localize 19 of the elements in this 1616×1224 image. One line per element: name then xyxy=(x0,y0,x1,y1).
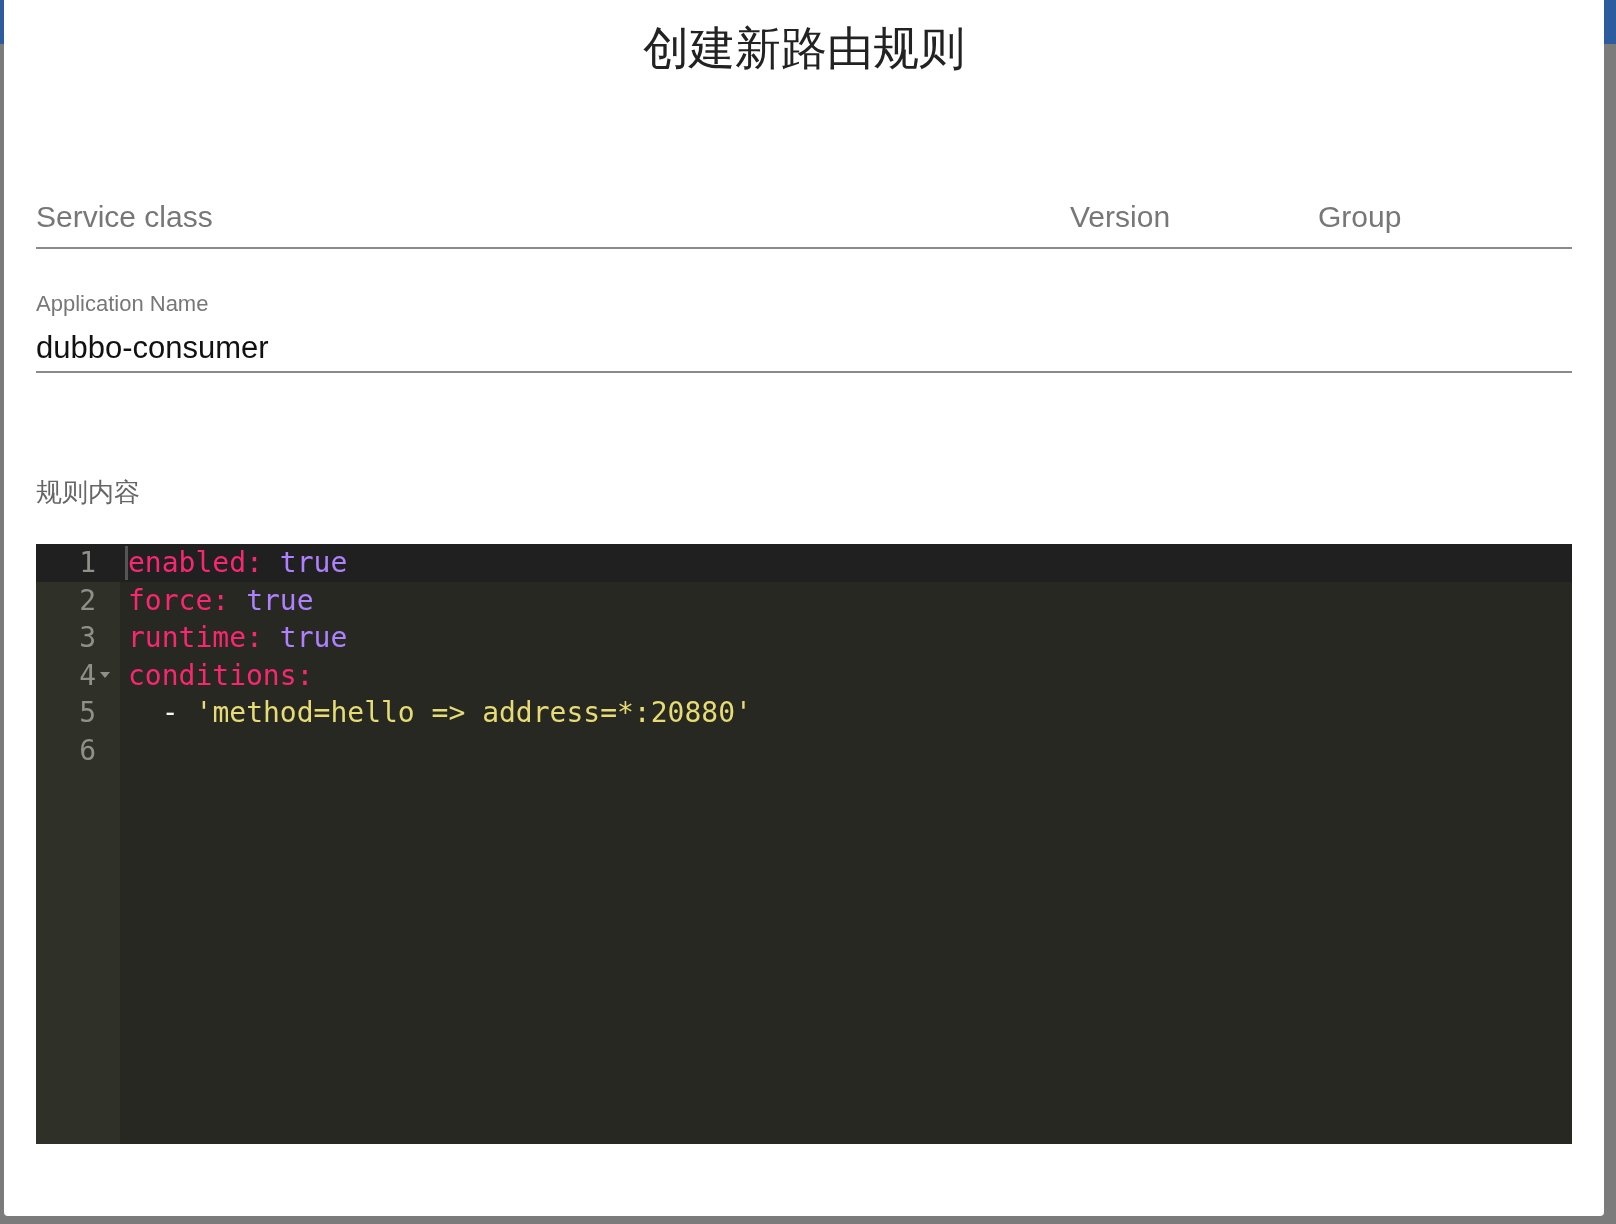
section-label: 规则内容 xyxy=(36,477,140,507)
dialog-title: 创建新路由规则 xyxy=(643,20,965,77)
input-field[interactable]: Service class xyxy=(36,193,1070,239)
field-label: Application Name xyxy=(36,291,210,317)
line-number: 3 xyxy=(79,620,97,656)
fold-arrow-icon[interactable] xyxy=(100,672,110,679)
code-line: runtime: true xyxy=(127,620,349,656)
input-field[interactable]: Group xyxy=(1318,193,1572,239)
line-number: 6 xyxy=(79,732,97,769)
code-editor[interactable]: 1 2 3 4 5 6 enabled: true force: true runtime: true conditions: - 'method=hello => address=*:20880' xyxy=(36,544,1572,1144)
code-line: - 'method=hello => address=*:20880' xyxy=(160,695,753,731)
input-field[interactable]: dubbo-consumer xyxy=(36,325,1572,373)
line-number: 2 xyxy=(79,582,97,619)
line-number: 5 xyxy=(79,695,97,731)
input-field[interactable]: Version xyxy=(1070,193,1318,239)
line-number: 4 xyxy=(79,657,97,694)
code-line: force: true xyxy=(127,582,315,619)
code-line: conditions: xyxy=(127,657,315,694)
line-number: 1 xyxy=(79,545,97,581)
